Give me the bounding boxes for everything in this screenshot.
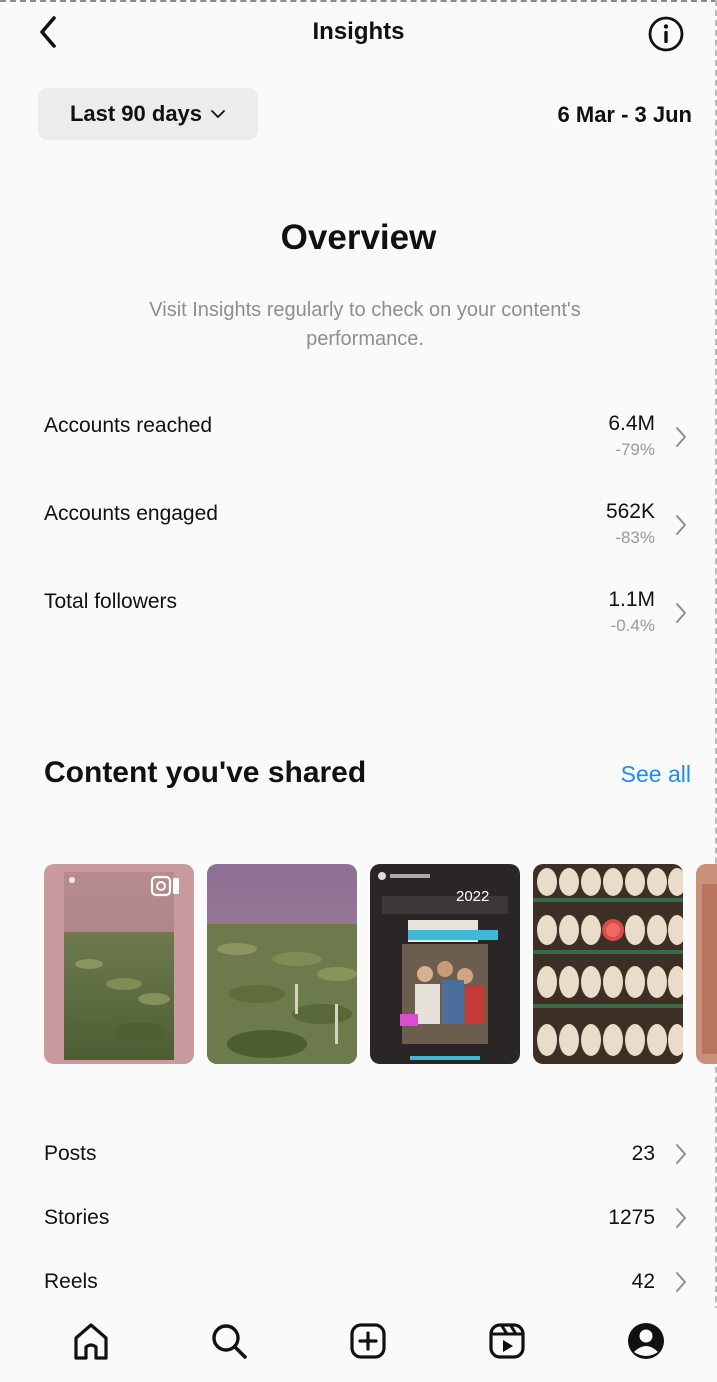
partial-image <box>696 864 717 1064</box>
content-thumbnail-reel[interactable] <box>44 864 194 1064</box>
metric-row-accounts-engaged[interactable]: Accounts engaged 562K -83% <box>0 500 717 572</box>
metric-label: Accounts engaged <box>44 502 218 525</box>
reels-icon <box>489 1323 525 1359</box>
count-row-reels[interactable]: Reels 42 <box>0 1270 717 1310</box>
count-value: 23 <box>631 1142 655 1165</box>
content-thumbnails: 2022 <box>44 864 717 1064</box>
metric-value: 6.4M <box>608 412 655 435</box>
content-thumbnail-post[interactable] <box>207 864 357 1064</box>
chevron-right-icon <box>676 1272 686 1292</box>
metric-delta: -83% <box>615 528 655 547</box>
landscape-image <box>207 864 357 1064</box>
chevron-down-icon <box>211 110 225 118</box>
chevron-right-icon <box>676 427 686 447</box>
insights-screen: Insights Last 90 days 6 Mar - 3 Jun Over… <box>0 0 717 1382</box>
info-button[interactable] <box>646 14 686 54</box>
tab-home[interactable] <box>66 1316 116 1366</box>
count-label: Stories <box>44 1206 110 1229</box>
create-icon <box>350 1323 386 1359</box>
chevron-right-icon <box>676 1208 686 1228</box>
content-thumbnail-story[interactable]: 2022 <box>370 864 520 1064</box>
landscape-image <box>44 864 194 1064</box>
bottom-tab-bar <box>0 1308 717 1382</box>
profile-icon <box>628 1323 664 1359</box>
content-section-title: Content you've shared <box>44 756 367 789</box>
metric-label: Total followers <box>44 590 178 613</box>
tab-search[interactable] <box>204 1316 254 1366</box>
metric-value: 562K <box>605 500 655 523</box>
date-range-dropdown[interactable]: Last 90 days <box>38 88 258 140</box>
content-thumbnail-post[interactable] <box>696 864 717 1064</box>
melons-image <box>533 864 683 1064</box>
date-range-text: 6 Mar - 3 Jun <box>557 102 692 127</box>
count-label: Posts <box>44 1142 97 1165</box>
metric-row-total-followers[interactable]: Total followers 1.1M -0.4% <box>0 588 717 660</box>
metric-row-accounts-reached[interactable]: Accounts reached 6.4M -79% <box>0 412 717 484</box>
count-row-posts[interactable]: Posts 23 <box>0 1142 717 1182</box>
tab-create[interactable] <box>343 1316 393 1366</box>
count-row-stories[interactable]: Stories 1275 <box>0 1206 717 1246</box>
metric-delta: -0.4% <box>610 616 655 635</box>
info-circle-icon <box>648 16 684 52</box>
home-icon <box>74 1323 108 1360</box>
metric-label: Accounts reached <box>44 414 213 437</box>
overview-title: Overview <box>280 218 437 257</box>
metric-delta: -79% <box>615 440 655 459</box>
see-all-link[interactable]: See all <box>621 761 691 788</box>
page-title: Insights <box>312 18 405 45</box>
date-range-dropdown-label: Last 90 days <box>69 101 203 126</box>
story-image <box>370 864 520 1064</box>
count-label: Reels <box>44 1270 98 1293</box>
metric-value: 1.1M <box>608 588 655 611</box>
count-value: 1275 <box>608 1206 655 1229</box>
search-icon <box>212 1324 247 1359</box>
chevron-right-icon <box>676 1144 686 1164</box>
chevron-right-icon <box>676 515 686 535</box>
count-value: 42 <box>631 1270 655 1293</box>
header: Insights <box>0 0 717 70</box>
thumbnail-year-text: 2022 <box>456 888 490 905</box>
chevron-right-icon <box>676 603 686 623</box>
tab-profile[interactable] <box>621 1316 671 1366</box>
overview-subtitle: Visit Insights regularly to check on you… <box>149 299 581 350</box>
content-thumbnail-post[interactable] <box>533 864 683 1064</box>
tab-reels[interactable] <box>482 1316 532 1366</box>
